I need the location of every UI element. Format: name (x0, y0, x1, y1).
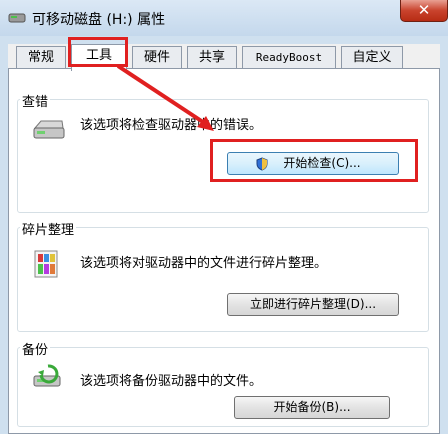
annotation-arrow (116, 64, 214, 131)
